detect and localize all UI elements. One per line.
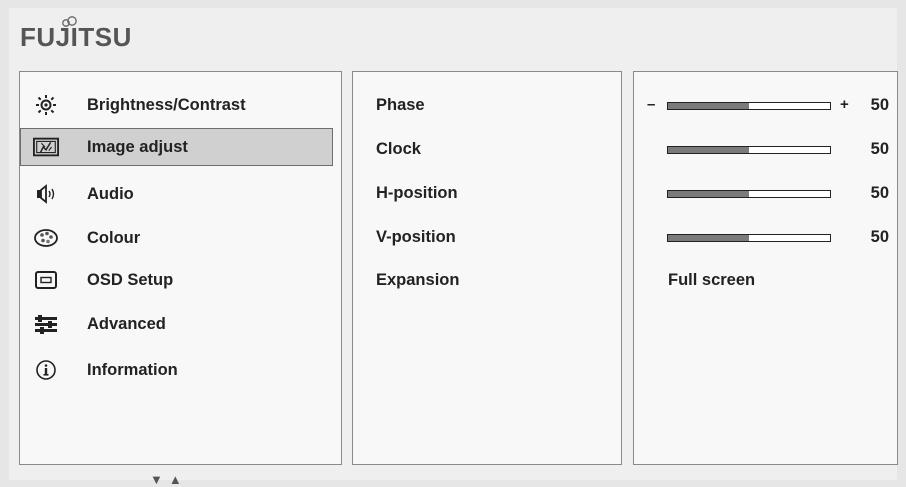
- scroll-down-icon[interactable]: ▼: [150, 472, 169, 487]
- clock-value: 50: [870, 140, 889, 158]
- sun-icon: [33, 94, 59, 116]
- menu-label-osd-setup: OSD Setup: [87, 270, 174, 289]
- h-position-slider-row[interactable]: 50: [634, 182, 897, 206]
- h-position-slider-fill: [668, 191, 749, 197]
- menu-item-osd-setup[interactable]: OSD Setup: [20, 261, 341, 299]
- param-label-h-position: H-position: [376, 184, 458, 202]
- param-label-expansion: Expansion: [376, 271, 460, 289]
- menu-label-colour: Colour: [87, 228, 141, 247]
- menu-item-advanced[interactable]: Advanced: [20, 305, 341, 343]
- phase-value: 50: [870, 96, 889, 114]
- h-position-value: 50: [870, 184, 889, 202]
- menu-item-audio[interactable]: Audio: [20, 175, 341, 213]
- advanced-settings-icon: [33, 313, 59, 335]
- menu-label-brightness-contrast: Brightness/Contrast: [87, 95, 246, 114]
- scroll-arrows: ▼▲: [150, 472, 188, 487]
- param-label-v-position: V-position: [376, 228, 456, 246]
- osd-monitor-icon: [33, 269, 59, 291]
- parameter-panel: Phase Clock H-position V-position Expans…: [352, 71, 622, 465]
- menu-item-information[interactable]: Information: [20, 351, 341, 389]
- menu-item-brightness-contrast[interactable]: Brightness/Contrast: [20, 86, 341, 124]
- expansion-value[interactable]: Full screen: [668, 271, 755, 290]
- menu-label-advanced: Advanced: [87, 314, 166, 333]
- param-label-clock: Clock: [376, 140, 421, 158]
- speaker-icon: [33, 183, 59, 205]
- value-panel: – + 50 50 50 50 Full screen: [633, 71, 898, 465]
- menu-item-image-adjust[interactable]: Image adjust: [20, 128, 333, 166]
- v-position-slider[interactable]: [667, 234, 831, 242]
- clock-slider[interactable]: [667, 146, 831, 154]
- image-adjust-icon: [33, 136, 59, 158]
- fujitsu-logo: FUJITSU: [20, 16, 132, 52]
- v-position-slider-row[interactable]: 50: [634, 226, 897, 250]
- logo-halo-icon: [62, 16, 77, 27]
- scroll-up-icon[interactable]: ▲: [169, 472, 188, 487]
- phase-slider-row[interactable]: – + 50: [634, 94, 897, 118]
- clock-slider-row[interactable]: 50: [634, 138, 897, 162]
- menu-label-audio: Audio: [87, 184, 134, 203]
- phase-slider-fill: [668, 103, 749, 109]
- menu-item-colour[interactable]: Colour: [20, 219, 341, 257]
- v-position-value: 50: [870, 228, 889, 246]
- menu-label-image-adjust: Image adjust: [87, 137, 188, 156]
- info-icon: [33, 359, 59, 381]
- h-position-slider[interactable]: [667, 190, 831, 198]
- colour-palette-icon: [33, 227, 59, 249]
- v-position-slider-fill: [668, 235, 749, 241]
- phase-plus-sign: +: [840, 96, 849, 113]
- param-label-phase: Phase: [376, 96, 425, 114]
- phase-minus-sign: –: [647, 96, 656, 113]
- clock-slider-fill: [668, 147, 749, 153]
- phase-slider[interactable]: [667, 102, 831, 110]
- menu-panel: Brightness/Contrast Image adjust Audio C…: [19, 71, 342, 465]
- menu-label-information: Information: [87, 360, 178, 379]
